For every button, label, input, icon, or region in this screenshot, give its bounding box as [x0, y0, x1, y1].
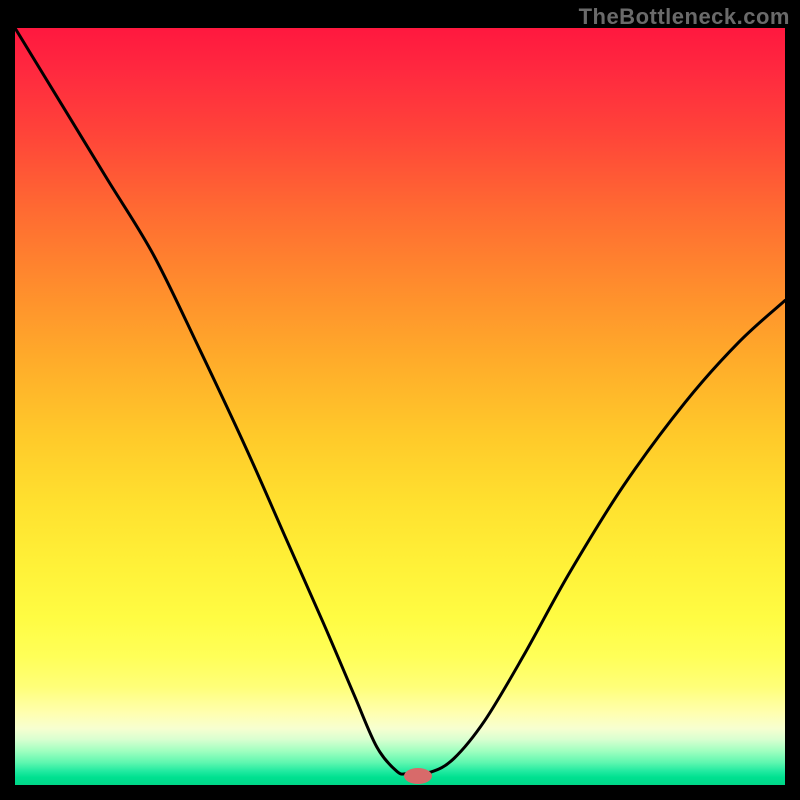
optimal-point-marker: [404, 768, 432, 784]
plot-area: [15, 28, 785, 785]
watermark-text: TheBottleneck.com: [579, 4, 790, 30]
chart-frame: TheBottleneck.com: [0, 0, 800, 800]
bottleneck-curve: [15, 28, 785, 785]
